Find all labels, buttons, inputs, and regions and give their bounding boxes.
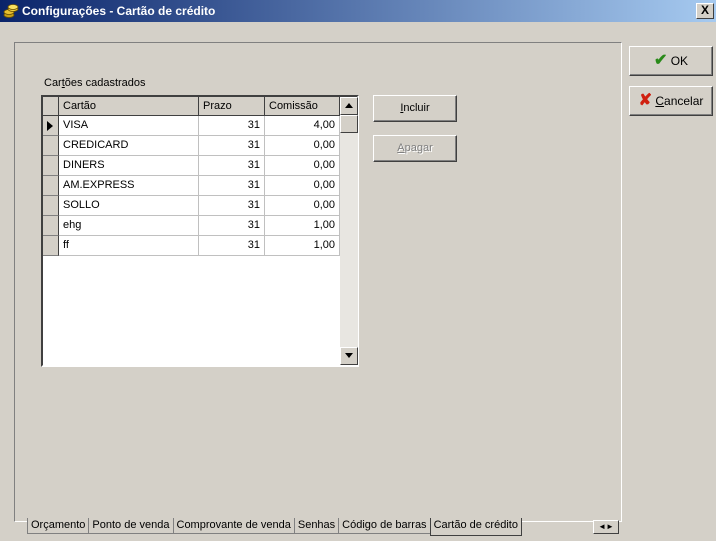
cards-grid[interactable]: Cartão Prazo Comissão VISA 31 4,00 CREDICAR… <box>41 95 359 367</box>
apagar-button[interactable]: Apagar <box>373 135 457 162</box>
ok-button[interactable]: ✔ OK <box>629 46 713 76</box>
cell-prazo[interactable]: 31 <box>199 236 265 256</box>
tab-0[interactable]: Orçamento <box>27 518 90 534</box>
row-indicator[interactable] <box>43 156 59 176</box>
row-indicator[interactable] <box>43 216 59 236</box>
row-indicator[interactable] <box>43 236 59 256</box>
coins-icon <box>3 4 19 18</box>
incluir-button[interactable]: Incluir <box>373 95 457 122</box>
cancelar-button[interactable]: ✘ Cancelar <box>629 86 713 116</box>
cell-prazo[interactable]: 31 <box>199 176 265 196</box>
scroll-thumb[interactable] <box>340 115 358 133</box>
row-indicator[interactable] <box>43 176 59 196</box>
current-row-arrow-icon <box>47 121 53 131</box>
cell-cartao[interactable]: AM.EXPRESS <box>59 176 199 196</box>
cell-prazo[interactable]: 31 <box>199 156 265 176</box>
column-header-cartao[interactable]: Cartão <box>59 97 199 116</box>
ok-label: OK <box>670 54 689 68</box>
cell-comissao[interactable]: 1,00 <box>265 236 340 256</box>
grid-vertical-scrollbar[interactable] <box>340 97 358 365</box>
cell-prazo[interactable]: 31 <box>199 216 265 236</box>
cell-cartao[interactable]: ff <box>59 236 199 256</box>
arrow-up-icon <box>345 103 353 108</box>
cell-comissao[interactable]: 0,00 <box>265 156 340 176</box>
cell-cartao[interactable]: VISA <box>59 116 199 136</box>
cell-comissao[interactable]: 0,00 <box>265 196 340 216</box>
column-header-prazo[interactable]: Prazo <box>199 97 265 116</box>
tab-scroll-buttons[interactable]: ◄► <box>593 520 619 534</box>
cell-cartao[interactable]: SOLLO <box>59 196 199 216</box>
tab-1[interactable]: Ponto de venda <box>88 518 174 534</box>
cell-prazo[interactable]: 31 <box>199 116 265 136</box>
cell-cartao[interactable]: CREDICARD <box>59 136 199 156</box>
tab-2[interactable]: Comprovante de venda <box>172 518 295 534</box>
incluir-label: Incluir <box>400 102 430 114</box>
cell-prazo[interactable]: 31 <box>199 196 265 216</box>
title-bar: Configurações - Cartão de crédito X <box>0 0 716 22</box>
cell-cartao[interactable]: DINERS <box>59 156 199 176</box>
tab-scroll-arrows-icon: ◄► <box>598 522 614 531</box>
cell-cartao[interactable]: ehg <box>59 216 199 236</box>
grid-corner-header <box>43 97 59 116</box>
tab-3[interactable]: Senhas <box>293 518 340 534</box>
apagar-label: Apagar <box>397 142 433 154</box>
window-title: Configurações - Cartão de crédito <box>22 4 216 18</box>
cancelar-label: Cancelar <box>655 94 704 108</box>
cell-prazo[interactable]: 31 <box>199 136 265 156</box>
cards-group-label: Cartões cadastrados <box>44 77 146 89</box>
x-cross-icon: ✘ <box>638 92 653 109</box>
row-indicator[interactable] <box>43 116 59 136</box>
row-indicator[interactable] <box>43 196 59 216</box>
arrow-down-icon <box>345 353 353 358</box>
close-icon: X <box>700 3 709 17</box>
tab-5[interactable]: Cartão de crédito <box>429 518 522 536</box>
tab-4[interactable]: Código de barras <box>338 518 431 534</box>
scroll-down-button[interactable] <box>340 347 358 365</box>
cell-comissao[interactable]: 0,00 <box>265 176 340 196</box>
column-header-comissao[interactable]: Comissão <box>265 97 340 116</box>
row-indicator[interactable] <box>43 136 59 156</box>
cell-comissao[interactable]: 0,00 <box>265 136 340 156</box>
close-button[interactable]: X <box>696 3 714 19</box>
cell-comissao[interactable]: 1,00 <box>265 216 340 236</box>
tab-strip: Orçamento Ponto de venda Comprovante de ve… <box>27 518 522 536</box>
cell-comissao[interactable]: 4,00 <box>265 116 340 136</box>
checkmark-icon: ✔ <box>653 52 668 69</box>
scroll-up-button[interactable] <box>340 97 358 115</box>
